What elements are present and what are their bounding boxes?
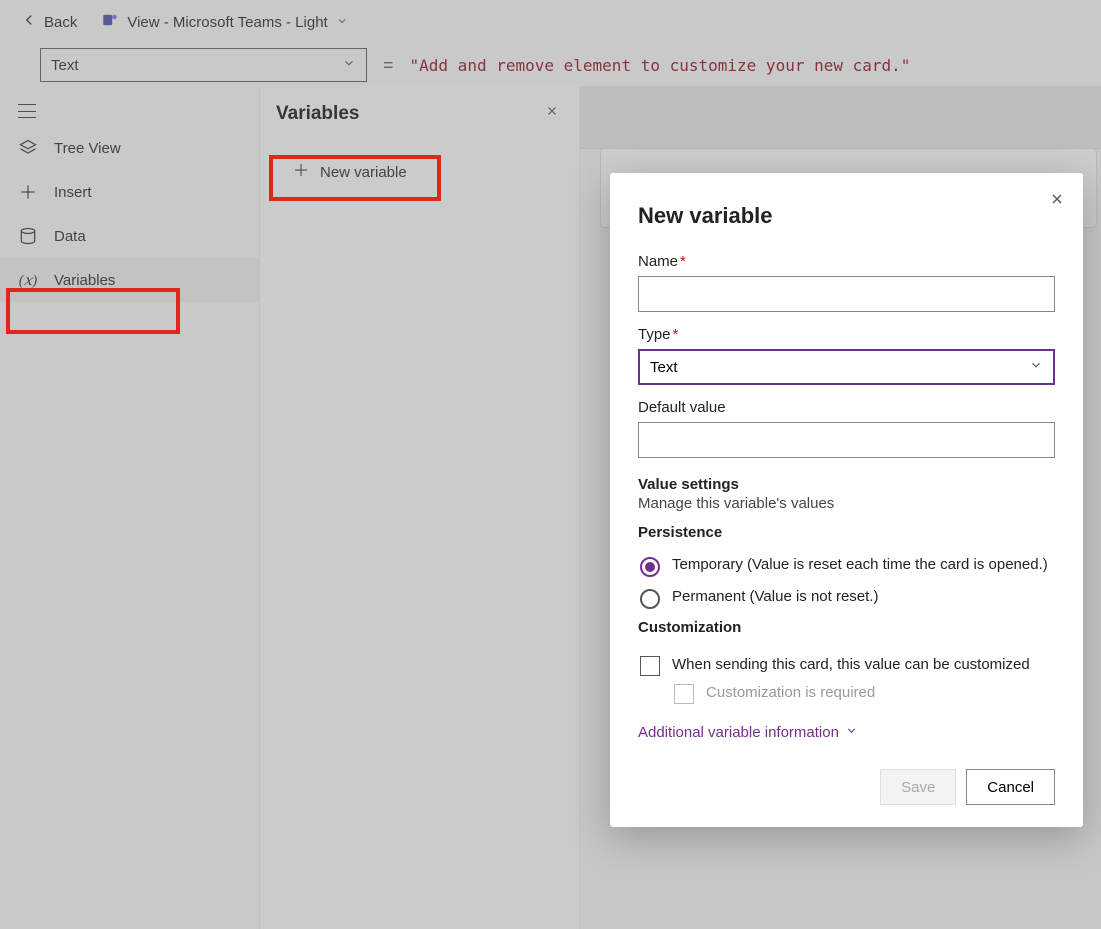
persistence-heading: Persistence bbox=[638, 524, 1055, 541]
value-settings-heading: Value settings bbox=[638, 476, 1055, 493]
chevron-down-icon bbox=[845, 724, 858, 741]
radio-icon bbox=[640, 589, 660, 609]
persistence-temporary-label: Temporary (Value is reset each time the … bbox=[672, 555, 1048, 575]
customization-required-label: Customization is required bbox=[706, 682, 875, 703]
dialog-title: New variable bbox=[638, 203, 1055, 229]
customization-required-row: Customization is required bbox=[672, 682, 1055, 704]
additional-info-toggle[interactable]: Additional variable information bbox=[638, 724, 1055, 741]
checkbox-icon bbox=[640, 656, 660, 676]
checkbox-disabled-icon bbox=[674, 684, 694, 704]
highlight-box-new-variable bbox=[269, 155, 441, 201]
persistence-temporary-option[interactable]: Temporary (Value is reset each time the … bbox=[638, 555, 1055, 577]
chevron-down-icon bbox=[1029, 358, 1043, 376]
save-button[interactable]: Save bbox=[880, 769, 956, 805]
name-label: Name* bbox=[638, 253, 1055, 270]
name-input[interactable] bbox=[638, 276, 1055, 312]
default-value-input[interactable] bbox=[638, 422, 1055, 458]
radio-selected-icon bbox=[640, 557, 660, 577]
dialog-buttons: Save Cancel bbox=[638, 769, 1055, 805]
cancel-button[interactable]: Cancel bbox=[966, 769, 1055, 805]
highlight-box-variables bbox=[6, 288, 180, 334]
customization-checkbox-label: When sending this card, this value can b… bbox=[672, 654, 1030, 675]
type-select[interactable]: Text bbox=[638, 349, 1055, 385]
type-select-value: Text bbox=[650, 359, 678, 376]
persistence-permanent-option[interactable]: Permanent (Value is not reset.) bbox=[638, 587, 1055, 609]
type-label: Type* bbox=[638, 326, 1055, 343]
dialog-close-button[interactable] bbox=[1049, 191, 1065, 212]
customization-checkbox-row[interactable]: When sending this card, this value can b… bbox=[638, 654, 1055, 676]
customization-heading: Customization bbox=[638, 619, 1055, 636]
additional-info-label: Additional variable information bbox=[638, 724, 839, 741]
value-settings-subheading: Manage this variable's values bbox=[638, 495, 1055, 512]
new-variable-dialog: New variable Name* Type* Text Default va… bbox=[610, 173, 1083, 827]
default-value-label: Default value bbox=[638, 399, 1055, 416]
persistence-permanent-label: Permanent (Value is not reset.) bbox=[672, 587, 878, 607]
